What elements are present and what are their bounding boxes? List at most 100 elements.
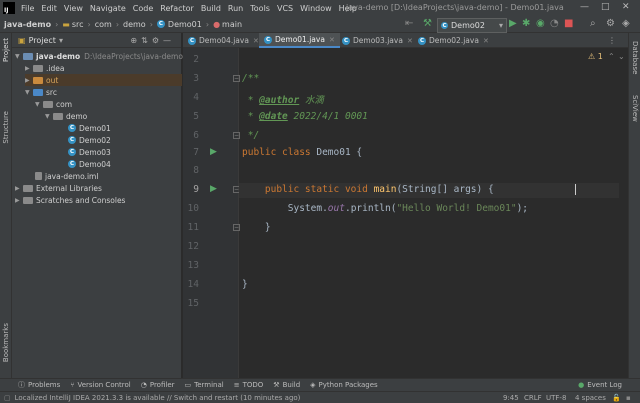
more-tabs-icon[interactable]: ⋮ (608, 36, 616, 45)
menu-navigate[interactable]: Navigate (90, 4, 126, 13)
code-line-4: * @author 水滴 (242, 95, 324, 106)
tree-item-demo02[interactable]: C Demo02 (68, 134, 111, 146)
search-icon[interactable]: ⌕ (590, 18, 596, 29)
tree-item-src[interactable]: ▼ src (25, 86, 57, 98)
close-tab-icon[interactable]: ✕ (483, 37, 489, 45)
tree-item-external-libraries[interactable]: ▶ External Libraries (15, 182, 102, 194)
breadcrumb-demo[interactable]: demo (123, 20, 146, 29)
chevron-right-icon: ▶ (25, 76, 30, 84)
breadcrumb-src[interactable]: src (72, 20, 84, 29)
fold-marker-icon[interactable]: − (233, 224, 240, 231)
minimize-icon[interactable]: — (580, 2, 589, 12)
menu-edit[interactable]: Edit (41, 4, 57, 13)
line-number: 13 (187, 260, 199, 271)
tree-item-label: demo (66, 111, 88, 121)
run-gutter-icon[interactable]: ▶ (210, 147, 217, 157)
chevron-down-icon[interactable]: ▾ (59, 36, 63, 45)
close-tab-icon[interactable]: ✕ (329, 36, 335, 44)
status-message[interactable]: Localized IntelliJ IDEA 2021.3.3 is avai… (15, 394, 301, 402)
run-configuration-select[interactable]: C Demo02 ▾ (437, 18, 507, 33)
code-editor[interactable]: 2 3 4 5 6 7 8 9 10 11 12 13 14 15 ▶ ▶ − … (183, 48, 628, 378)
python-packages-tool-button[interactable]: ◈ Python Packages (310, 381, 378, 389)
close-icon[interactable]: ✕ (622, 2, 630, 12)
breadcrumb-method[interactable]: main (222, 20, 242, 29)
menu-window[interactable]: Window (300, 4, 332, 13)
event-log-tool-button[interactable]: ● Event Log (578, 381, 622, 389)
tree-item-out[interactable]: ▶ out (25, 74, 182, 86)
tree-item-idea[interactable]: ▶ .idea (25, 62, 64, 74)
back-arrow-icon[interactable]: ⇤ (405, 18, 413, 29)
caret-position[interactable]: 9:45 (503, 394, 519, 402)
problems-tool-button[interactable]: ⓘ Problems (18, 380, 60, 390)
menu-file[interactable]: File (21, 4, 34, 13)
menu-refactor[interactable]: Refactor (160, 4, 194, 13)
tab-demo03[interactable]: C Demo03.java ✕ (337, 33, 418, 48)
warnings-indicator[interactable]: ⚠ 1 (588, 52, 603, 61)
code-line-10: System.out.println("Hello World! Demo01"… (242, 203, 529, 214)
menu-view[interactable]: View (64, 4, 83, 13)
menu-run[interactable]: Run (228, 4, 243, 13)
fold-marker-icon[interactable]: − (233, 75, 240, 82)
coverage-icon[interactable]: ◉ (536, 18, 545, 29)
build-hammer-icon[interactable]: ⚒ (423, 18, 432, 29)
tree-item-scratches[interactable]: ▶ Scratches and Consoles (15, 194, 125, 206)
terminal-tool-button[interactable]: ▭ Terminal (185, 381, 224, 389)
tree-item-iml[interactable]: java-demo.iml (35, 170, 98, 182)
structure-tool-tab[interactable]: Structure (2, 111, 10, 144)
version-control-tool-button[interactable]: ⑂ Version Control (70, 381, 130, 389)
project-panel-title[interactable]: Project (29, 36, 56, 45)
breadcrumb-project[interactable]: java-demo (4, 20, 51, 29)
maximize-icon[interactable]: □ (601, 2, 610, 12)
memory-indicator-icon[interactable]: ▪ (626, 394, 631, 402)
tool-label: Terminal (194, 381, 224, 389)
todo-tool-button[interactable]: ≡ TODO (234, 381, 264, 389)
close-tab-icon[interactable]: ✕ (253, 37, 259, 45)
line-separator[interactable]: CRLF (524, 394, 542, 402)
tool-label: TODO (242, 381, 264, 389)
chevron-up-icon[interactable]: ⌃ (608, 52, 615, 61)
breadcrumb-com[interactable]: com (95, 20, 112, 29)
tab-demo01[interactable]: C Demo01.java ✕ (259, 33, 340, 48)
profile-icon[interactable]: ◔ (550, 18, 559, 29)
line-number: 12 (187, 241, 199, 252)
run-gutter-icon[interactable]: ▶ (210, 184, 217, 194)
breadcrumb-class[interactable]: Demo01 (168, 20, 202, 29)
chevron-right-icon: ▶ (25, 64, 30, 72)
close-tab-icon[interactable]: ✕ (407, 37, 413, 45)
menu-code[interactable]: Code (133, 4, 153, 13)
panel-actions-icon[interactable]: ⊕⇅⚙— (130, 36, 175, 45)
tab-demo04[interactable]: C Demo04.java ✕ (183, 33, 264, 48)
tab-demo02[interactable]: C Demo02.java ✕ (413, 33, 494, 48)
debug-icon[interactable]: ✱ (522, 18, 530, 29)
settings-gear-icon[interactable]: ⚙ (606, 18, 615, 29)
notification-icon[interactable]: ▢ (4, 394, 11, 402)
run-icon[interactable]: ▶ (509, 18, 517, 29)
database-tool-tab[interactable]: Database (631, 41, 639, 74)
tree-item-demo01[interactable]: C Demo01 (68, 122, 111, 134)
tree-item-demo[interactable]: ▼ demo (45, 110, 87, 122)
profiler-tool-button[interactable]: ◔ Profiler (141, 381, 175, 389)
chevron-down-icon[interactable]: ⌄ (618, 52, 625, 61)
file-encoding[interactable]: UTF-8 (546, 394, 566, 402)
tree-item-com[interactable]: ▼ com (35, 98, 72, 110)
bookmarks-tool-tab[interactable]: Bookmarks (2, 323, 10, 362)
fold-marker-icon[interactable]: − (233, 132, 240, 139)
class-icon: C (264, 35, 272, 44)
menu-vcs[interactable]: VCS (277, 4, 293, 13)
lock-icon[interactable]: 🔓 (612, 394, 621, 402)
excluded-folder-icon (33, 76, 43, 84)
indent-setting[interactable]: 4 spaces (575, 394, 606, 402)
stop-icon[interactable]: ■ (564, 18, 573, 29)
library-icon (23, 184, 33, 192)
menu-build[interactable]: Build (201, 4, 221, 13)
build-tool-button[interactable]: ⚒ Build (273, 381, 300, 389)
ide-logo-icon[interactable]: ◈ (622, 18, 630, 29)
tree-item-demo03[interactable]: C Demo03 (68, 146, 111, 158)
scratches-icon (23, 196, 33, 204)
project-tool-tab[interactable]: Project (2, 38, 10, 62)
sciview-tool-tab[interactable]: SciView (631, 95, 639, 122)
tree-item-demo04[interactable]: C Demo04 (68, 158, 111, 170)
tree-item-java-demo[interactable]: ▼ java-demo D:\IdeaProjects\java-demo (15, 50, 183, 62)
tree-item-label: .idea (46, 63, 65, 73)
menu-tools[interactable]: Tools (250, 4, 270, 13)
